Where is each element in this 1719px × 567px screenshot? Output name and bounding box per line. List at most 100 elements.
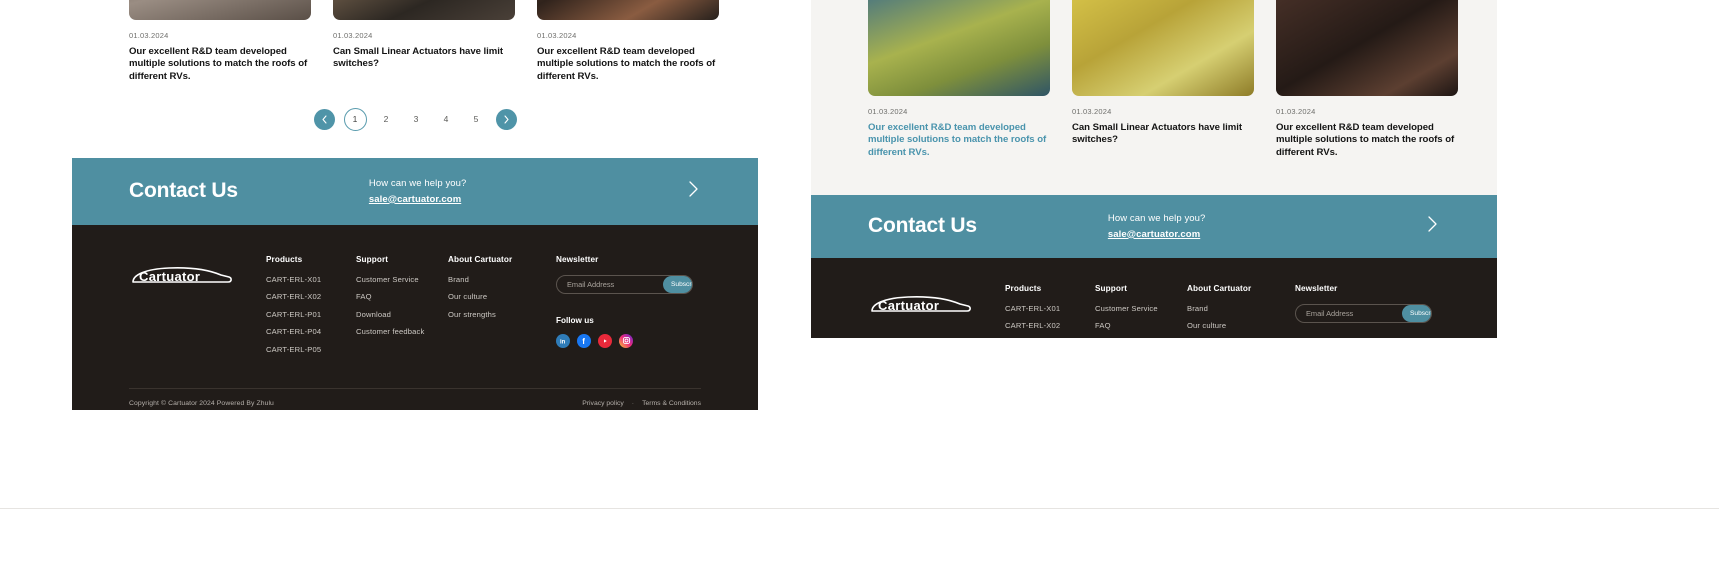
blog-thumbnail-image[interactable] <box>333 0 515 20</box>
contact-title: Contact Us <box>868 214 977 238</box>
pagination-page-5[interactable]: 5 <box>466 109 487 130</box>
terms-conditions-link[interactable]: Terms & Conditions <box>642 400 701 407</box>
blog-card-title[interactable]: Our excellent R&D team developed multipl… <box>1276 122 1458 159</box>
chevron-right-icon <box>503 115 509 124</box>
newsletter-subscribe-button[interactable]: Subscribe <box>1402 304 1431 322</box>
footer-column-heading: Support <box>1095 283 1128 293</box>
blog-card-title[interactable]: Can Small Linear Actuators have limit sw… <box>333 46 515 71</box>
newsletter-email-input[interactable] <box>1296 308 1402 318</box>
car-outline-logo: Cartuator <box>871 295 971 313</box>
pagination-page-3[interactable]: 3 <box>406 109 427 130</box>
contact-email-link[interactable]: sale@cartuator.com <box>369 194 467 205</box>
pagination-page-4[interactable]: 4 <box>436 109 457 130</box>
footer-logo[interactable]: Cartuator <box>868 284 1005 318</box>
newsletter-email-input[interactable] <box>557 279 663 289</box>
blog-card[interactable]: 01.03.2024 Our excellent R&D team develo… <box>537 0 719 83</box>
blog-thumbnail-image[interactable] <box>129 0 311 20</box>
footer-link-faq[interactable]: FAQ <box>356 292 448 301</box>
blog-thumbnail-image[interactable] <box>868 0 1050 96</box>
blog-card-date: 01.03.2024 <box>1072 107 1112 116</box>
svg-text:in: in <box>560 339 566 345</box>
blog-card[interactable]: 01.03.2024 Our excellent R&D team develo… <box>868 0 1050 159</box>
blog-card[interactable]: 01.03.2024 Can Small Linear Actuators ha… <box>333 0 515 83</box>
footer-link-brand[interactable]: Brand <box>448 275 556 284</box>
instagram-icon[interactable] <box>619 333 633 348</box>
contact-email-link[interactable]: sale@cartuator.com <box>1108 229 1206 240</box>
blog-card[interactable]: 01.03.2024 Can Small Linear Actuators ha… <box>1072 0 1254 159</box>
facebook-icon[interactable]: f <box>577 333 591 348</box>
newsletter-form: Subscribe <box>556 274 693 294</box>
footer-column-products: Products CART-ERL-X01 CART-ERL-X02 CART-… <box>1005 284 1095 338</box>
blog-card[interactable]: 01.03.2024 Our excellent R&D team develo… <box>129 0 311 83</box>
contact-banner: Contact Us How can we help you? sale@car… <box>811 194 1497 258</box>
footer-link-cart-erl-x01[interactable]: CART-ERL-X01 <box>266 275 356 284</box>
footer-columns: Cartuator Products CART-ERL-X01 CART-ERL… <box>129 255 701 363</box>
footer-column-heading: About Cartuator <box>448 254 513 264</box>
blog-thumbnail-image[interactable] <box>1276 0 1458 96</box>
blog-thumbnail-image[interactable] <box>1072 0 1254 96</box>
screenshot-root: 01.03.2024 Our excellent R&D team develo… <box>0 0 1719 567</box>
footer-column-about: About Cartuator Brand Our culture Our st… <box>1187 284 1295 338</box>
footer-link-cart-erl-x02[interactable]: CART-ERL-X02 <box>266 292 356 301</box>
follow-us-heading: Follow us <box>556 315 594 325</box>
svg-text:Cartuator: Cartuator <box>878 298 939 313</box>
legal-links: Privacy policy · Terms & Conditions <box>582 400 701 407</box>
blog-card[interactable]: 01.03.2024 Our excellent R&D team develo… <box>1276 0 1458 159</box>
social-links: in f <box>556 333 706 348</box>
contact-title: Contact Us <box>129 179 238 203</box>
pagination-next-button[interactable] <box>495 108 517 130</box>
pagination-prev-button[interactable] <box>313 108 335 130</box>
copyright-text: Copyright © Cartuator 2024 Powered By Zh… <box>129 400 274 408</box>
car-outline-logo: Cartuator <box>132 266 232 284</box>
footer-columns: Cartuator Products CART-ERL-X01 CART-ERL… <box>868 284 1440 338</box>
footer-link-faq[interactable]: FAQ <box>1095 321 1187 330</box>
blog-card-date: 01.03.2024 <box>1276 107 1316 116</box>
footer-link-customer-feedback[interactable]: Customer feedback <box>356 327 448 336</box>
viewport-panel-right: 01.03.2024 Our excellent R&D team develo… <box>811 0 1497 338</box>
blog-card-grid-right: 01.03.2024 Our excellent R&D team develo… <box>811 0 1497 195</box>
footer-link-our-culture[interactable]: Our culture <box>1187 321 1295 330</box>
pagination-page-2[interactable]: 2 <box>376 109 397 130</box>
contact-help-question: How can we help you? <box>368 177 467 189</box>
footer-link-brand[interactable]: Brand <box>1187 304 1295 313</box>
footer-link-cart-erl-x01[interactable]: CART-ERL-X01 <box>1005 304 1095 313</box>
svg-text:Cartuator: Cartuator <box>139 269 200 284</box>
footer-link-our-strengths[interactable]: Our strengths <box>448 310 556 319</box>
footer-link-our-culture[interactable]: Our culture <box>448 292 556 301</box>
footer-column-about: About Cartuator Brand Our culture Our st… <box>448 255 556 328</box>
footer-link-cart-erl-p04[interactable]: CART-ERL-P04 <box>266 327 356 336</box>
footer-column-heading: Products <box>1005 283 1042 293</box>
footer-logo[interactable]: Cartuator <box>129 255 266 289</box>
pagination-page-1[interactable]: 1 <box>343 107 367 131</box>
footer-link-customer-service[interactable]: Customer Service <box>356 275 448 284</box>
youtube-icon[interactable] <box>598 333 612 348</box>
footer-column-support: Support Customer Service FAQ Download Cu… <box>1095 284 1187 338</box>
footer-link-customer-service[interactable]: Customer Service <box>1095 304 1187 313</box>
footer-link-cart-erl-p05[interactable]: CART-ERL-P05 <box>266 345 356 354</box>
blog-card-date: 01.03.2024 <box>129 31 169 40</box>
footer-link-cart-erl-x02[interactable]: CART-ERL-X02 <box>1005 321 1095 330</box>
footer-bottom-bar: Copyright © Cartuator 2024 Powered By Zh… <box>129 389 701 410</box>
blog-thumbnail-image[interactable] <box>537 0 719 20</box>
contact-help-block: How can we help you? sale@cartuator.com <box>1108 213 1206 240</box>
newsletter-heading: Newsletter <box>556 254 599 264</box>
blog-card-title[interactable]: Our excellent R&D team developed multipl… <box>129 46 311 83</box>
blog-card-title[interactable]: Our excellent R&D team developed multipl… <box>868 122 1050 159</box>
newsletter-subscribe-button[interactable]: Subscribe <box>663 275 692 293</box>
footer-column-support: Support Customer Service FAQ Download Cu… <box>356 255 448 345</box>
privacy-policy-link[interactable]: Privacy policy <box>582 400 624 407</box>
footer-link-cart-erl-p01[interactable]: CART-ERL-P01 <box>266 310 356 319</box>
footer-column-newsletter: Newsletter Subscribe Follow us in f <box>1295 284 1445 338</box>
contact-arrow-button[interactable] <box>687 179 701 203</box>
footer-column-heading: About Cartuator <box>1187 283 1252 293</box>
viewport-panel-left: 01.03.2024 Our excellent R&D team develo… <box>72 0 758 410</box>
blog-card-title[interactable]: Our excellent R&D team developed multipl… <box>537 46 719 83</box>
contact-arrow-button[interactable] <box>1426 214 1440 238</box>
blog-card-title[interactable]: Can Small Linear Actuators have limit sw… <box>1072 122 1254 147</box>
footer-link-download[interactable]: Download <box>356 310 448 319</box>
footer-column-newsletter: Newsletter Subscribe Follow us in f <box>556 255 706 348</box>
linkedin-icon[interactable]: in <box>556 333 570 348</box>
footer-column-heading: Products <box>266 254 303 264</box>
blog-card-date: 01.03.2024 <box>333 31 373 40</box>
blog-card-grid-left: 01.03.2024 Our excellent R&D team develo… <box>72 0 758 83</box>
